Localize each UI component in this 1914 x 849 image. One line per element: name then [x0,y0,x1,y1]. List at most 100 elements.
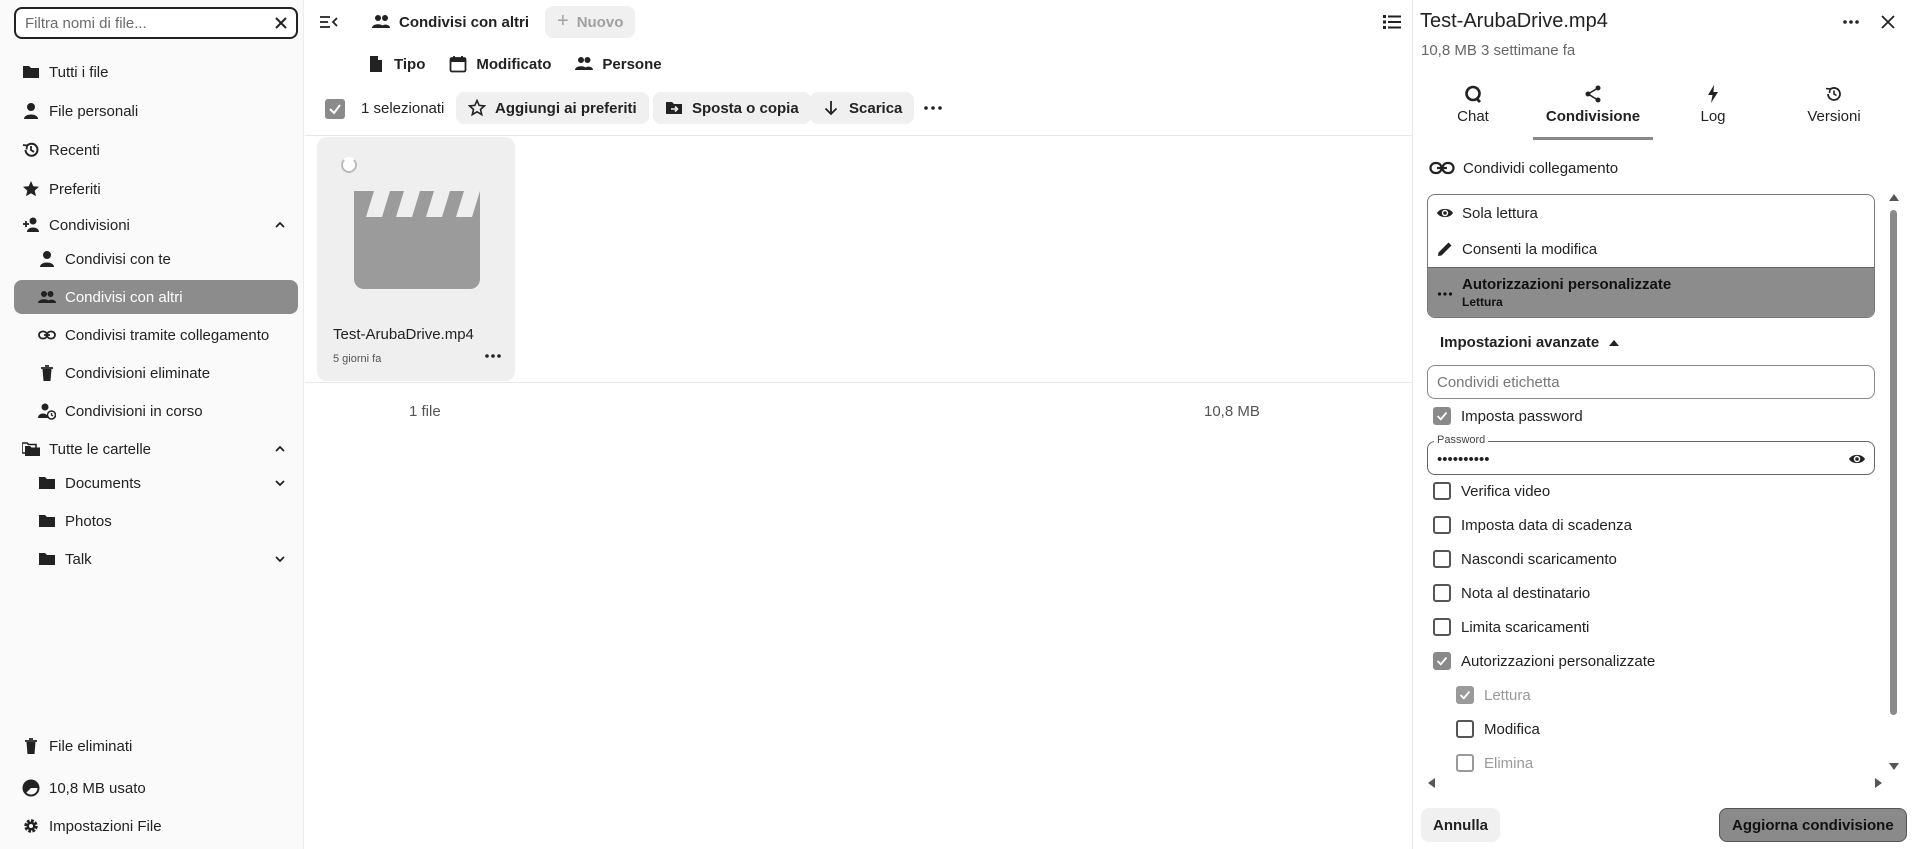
permission-read-only[interactable]: Sola lettura [1428,195,1874,231]
cancel-label: Annulla [1433,816,1488,834]
tab-chat[interactable]: Chat [1413,80,1533,140]
nav-shares[interactable]: Condivisioni [14,208,298,242]
share-label-field [1427,365,1875,399]
clear-filter-icon[interactable] [274,16,288,30]
chevron-up-icon[interactable] [272,217,288,233]
vertical-scrollbar[interactable] [1890,210,1897,715]
add-to-favorites-button[interactable]: Aggiungi ai preferiti [456,92,649,124]
nav-all-files[interactable]: Tutti i file [14,55,298,89]
breadcrumb[interactable]: Condivisi con altri [371,7,529,37]
chevron-up-icon[interactable] [272,441,288,457]
nav-file-settings[interactable]: Impostazioni File [14,809,298,843]
share-icon [1583,84,1603,104]
nav-label: Impostazioni File [49,817,162,835]
action-label: Aggiungi ai preferiti [495,99,637,117]
file-more-icon[interactable] [483,349,503,363]
close-icon[interactable] [1878,12,1898,32]
permission-read-checkbox[interactable]: Lettura [1456,684,1531,706]
lightning-icon [1703,84,1723,104]
sidebar-title: Test-ArubaDrive.mp4 [1420,10,1608,32]
new-button[interactable]: + Nuovo [545,6,636,38]
filter-people-button[interactable]: Persone [563,49,673,79]
file-tile[interactable]: Test-ArubaDrive.mp4 5 giorni fa [317,137,515,381]
nav-folder-documents[interactable]: Documents [14,466,298,500]
nav-quota: 10,8 MB usato [14,771,298,805]
password-field[interactable]: Password •••••••••• [1427,434,1875,475]
star-icon [22,180,40,198]
folder-icon [38,550,56,568]
nav-shared-with-others[interactable]: Condivisi con altri [14,280,298,314]
folder-icon [22,63,40,81]
list-view-icon[interactable] [1382,12,1402,32]
nav-favorites[interactable]: Preferiti [14,172,298,206]
filter-files [14,7,298,39]
filter-bar: Tipo Modificato Persone [355,49,674,79]
nav-pending-shares[interactable]: Condivisioni in corso [14,394,298,428]
note-checkbox[interactable]: Nota al destinatario [1433,582,1590,604]
group-icon [371,13,391,31]
checkbox-unchecked [1456,754,1474,772]
share-link-row[interactable]: Condividi collegamento [1429,158,1618,178]
eye-icon [1436,204,1454,222]
nav-folder-photos[interactable]: Photos [14,504,298,538]
move-copy-button[interactable]: Sposta o copia [653,92,811,124]
tab-log[interactable]: Log [1653,80,1773,140]
share-label-input[interactable] [1428,366,1874,398]
filter-label: Modificato [476,55,552,73]
permission-edit-checkbox[interactable]: Modifica [1456,718,1540,740]
checkbox-unchecked [1433,482,1451,500]
top-bar: Condivisi con altri + Nuovo [305,0,1412,44]
plus-icon: + [557,9,569,32]
cancel-button[interactable]: Annulla [1421,808,1500,842]
user-icon [22,102,40,120]
chevron-down-icon[interactable] [272,475,288,491]
custom-permissions-checkbox[interactable]: Autorizzazioni personalizzate [1433,650,1655,672]
nav-folder-talk[interactable]: Talk [14,542,298,576]
filter-input[interactable] [25,14,274,32]
toggle-navigation-icon[interactable] [319,12,339,32]
download-arrow-icon [822,99,840,117]
sidebar-tabs: Chat Condivisione Log Versioni [1413,80,1903,140]
nav-label: File eliminati [49,737,133,755]
navigation-sidebar: Tutti i file File personali Recenti Pref… [0,0,304,849]
nav-all-folders[interactable]: Tutte le cartelle [14,432,298,466]
nav-deleted-shares[interactable]: Condivisioni eliminate [14,356,298,390]
hide-download-checkbox[interactable]: Nascondi scaricamento [1433,548,1617,570]
restore-icon [1824,84,1844,104]
video-verification-checkbox[interactable]: Verifica video [1433,480,1550,502]
eye-icon[interactable] [1848,450,1866,468]
nav-deleted-files[interactable]: File eliminati [14,729,298,763]
password-value: •••••••••• [1437,451,1490,468]
nav-label: Talk [65,550,92,568]
checkbox-checked [1433,652,1451,670]
nav-label: Condivisioni eliminate [65,364,211,382]
nav-label: File personali [49,102,139,120]
total-size: 10,8 MB [1204,403,1260,420]
nav-personal-files[interactable]: File personali [14,94,298,128]
chevron-down-icon[interactable] [272,551,288,567]
sidebar-subtitle: 10,8 MB 3 settimane fa [1421,42,1576,59]
sidebar-more-icon[interactable] [1841,12,1861,32]
download-button[interactable]: Scarica [810,92,915,124]
nav-recent[interactable]: Recenti [14,133,298,167]
tab-sharing[interactable]: Condivisione [1533,80,1653,140]
select-all-checkbox[interactable] [325,99,345,119]
nav-shared-with-you[interactable]: Condivisi con te [14,242,298,276]
limit-downloads-checkbox[interactable]: Limita scaricamenti [1433,616,1589,638]
checkbox-label: Nascondi scaricamento [1461,550,1617,568]
permission-delete-checkbox[interactable]: Elimina [1456,752,1533,774]
tab-versions[interactable]: Versioni [1774,80,1894,140]
caret-up-icon [1609,339,1620,346]
advanced-settings-toggle[interactable]: Impostazioni avanzate [1440,334,1620,351]
nav-shared-by-link[interactable]: Condivisi tramite collegamento [14,318,298,352]
permission-custom[interactable]: Autorizzazioni personalizzate Lettura [1428,267,1874,317]
checkbox-checked [1456,686,1474,704]
permission-allow-edit[interactable]: Consenti la modifica [1428,231,1874,267]
more-actions-icon[interactable] [921,98,945,118]
filter-modified-button[interactable]: Modificato [437,49,563,79]
expiration-checkbox[interactable]: Imposta data di scadenza [1433,514,1632,536]
breadcrumb-label: Condivisi con altri [399,13,530,31]
filter-type-button[interactable]: Tipo [355,49,437,79]
set-password-checkbox[interactable]: Imposta password [1433,405,1583,427]
update-share-button[interactable]: Aggiorna condivisione [1719,808,1907,842]
